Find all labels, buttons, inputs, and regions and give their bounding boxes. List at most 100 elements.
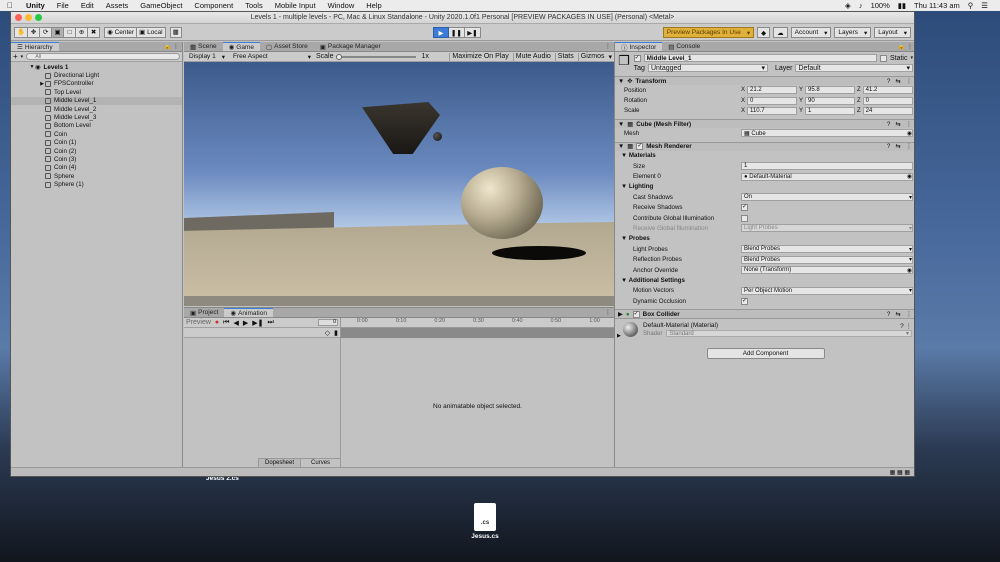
active-checkbox[interactable]: ✓ [633,54,641,62]
next-key-icon[interactable]: ▶❚ [252,319,263,327]
element-field[interactable]: ● Default-Material ◉ [741,172,913,181]
hierarchy-item[interactable]: ▶ FPSController [11,80,182,88]
rotate-tool-icon[interactable]: ⟳ [40,26,53,38]
tab-console[interactable]: ▤ Console [662,42,706,51]
tab-project[interactable]: ▣ Project [184,308,224,317]
clock[interactable]: Thu 11:43 am [910,1,964,10]
hierarchy-search-input[interactable]: All [26,53,180,60]
menu-help[interactable]: Help [360,1,387,10]
component-menu-icon[interactable]: ⋮ [906,143,912,150]
add-keyframe-icon[interactable]: ◇ [325,329,330,337]
materials-foldout[interactable]: ▼ Materials [615,151,914,161]
motion-vectors-dropdown[interactable]: Per Object Motion ▾ [741,286,913,295]
preview-button[interactable]: Preview [186,319,211,326]
event-track[interactable] [341,328,614,338]
add-component-button[interactable]: Add Component [706,348,825,360]
menu-mobile-input[interactable]: Mobile Input [269,1,322,10]
static-checkbox[interactable] [879,54,887,62]
hierarchy-item[interactable]: Coin (2) [11,147,182,155]
rotation-y-field[interactable]: 90 [805,96,855,105]
lighting-foldout[interactable]: ▼ Lighting [615,182,914,192]
gizmos-button[interactable]: Gizmos [577,52,607,61]
mesh-renderer-enabled-checkbox[interactable]: ✓ [636,143,644,151]
menu-gameobject[interactable]: GameObject [134,1,188,10]
battery-icon[interactable]: ▮▮ [894,1,910,10]
component-menu-icon[interactable]: ⋮ [906,78,912,85]
object-picker-icon[interactable]: ◉ [907,130,912,137]
hierarchy-item[interactable]: Directional Light [11,71,182,79]
pause-button[interactable]: ❚❚ [449,27,465,38]
rotation-z-field[interactable]: 0 [862,96,913,105]
prev-key-icon[interactable]: ◀ [233,319,238,327]
add-icon[interactable]: + [13,52,18,61]
panel-menu-icon[interactable]: ⋮ [605,309,611,316]
component-menu-icon[interactable]: ⋮ [906,121,912,128]
scale-x-field[interactable]: 110.7 [747,106,797,115]
help-icon[interactable]: ? [887,311,891,318]
move-tool-icon[interactable]: ✥ [28,26,41,38]
rotation-x-field[interactable]: 0 [747,96,797,105]
layers-dropdown[interactable]: Layers ▾ [834,27,872,38]
receive-shadows-checkbox[interactable]: ✓ [741,204,748,212]
help-icon[interactable]: ? [887,121,891,128]
material-section[interactable]: ▶ Default-Material (Material)? ⋮ Shader S… [615,318,914,340]
hierarchy-item[interactable]: Sphere (1) [11,180,182,188]
status-icons[interactable]: ▦ ▦ ▦ [890,469,910,476]
scale-tool-icon[interactable]: ▣ [52,26,65,38]
tab-game[interactable]: ◉ Game [222,42,260,51]
frame-field[interactable]: 0 [318,319,338,326]
help-icon[interactable]: ? [887,143,891,150]
preset-icon[interactable]: ⇆ [895,78,900,85]
cs-file-icon[interactable]: .cs [474,503,496,531]
add-event-icon[interactable]: ▮ [334,329,338,337]
desktop-file[interactable]: .cs Jesus.cs [470,503,500,540]
light-probes-dropdown[interactable]: Blend Probes ▾ [741,245,913,254]
hierarchy-item[interactable]: Coin [11,130,182,138]
foldout-arrow-icon[interactable]: ▶ [618,311,623,318]
layout-dropdown[interactable]: Layout ▾ [874,27,911,38]
preset-icon[interactable]: ⇆ [895,143,900,150]
reflection-probes-dropdown[interactable]: Blend Probes ▾ [741,255,913,264]
component-menu-icon[interactable]: ? ⋮ [900,322,912,330]
grid-snap-icon[interactable]: ▦ [169,26,182,38]
record-icon[interactable]: ● [215,319,219,326]
hierarchy-item[interactable]: Coin (1) [11,139,182,147]
display-dropdown[interactable]: Display 1 ▾ [186,53,228,61]
panel-menu-icon[interactable]: 🔒 ⋮ [164,43,179,50]
volume-icon[interactable]: ♪ [855,1,867,10]
hierarchy-item[interactable]: Coin (4) [11,164,182,172]
menu-component[interactable]: Component [188,1,239,10]
box-collider-enabled-checkbox[interactable]: ✓ [632,310,640,318]
cloud-button[interactable]: ☁ [773,27,788,38]
object-name-field[interactable]: Middle Level_1 [643,54,877,62]
scale-slider[interactable] [335,53,416,60]
hierarchy-item[interactable]: Bottom Level [11,122,182,130]
hierarchy-item[interactable]: Top Level [11,88,182,96]
mesh-filter-header[interactable]: ▼ ▦ Cube (Mesh Filter) ? ⇆ ⋮ [615,119,914,129]
contribute-gi-checkbox[interactable] [741,214,748,222]
game-viewport[interactable] [184,62,614,306]
maximize-on-play-button[interactable]: Maximize On Play [449,52,510,61]
menu-list-icon[interactable]: ☰ [977,1,992,10]
mute-audio-button[interactable]: Mute Audio [512,52,553,61]
scene-row[interactable]: ▼ ◉ Levels 1 [11,63,182,71]
hierarchy-item[interactable]: Middle Level_2 [11,105,182,113]
tab-asset-store[interactable]: ▢ Asset Store [260,42,314,51]
transform-header[interactable]: ▼ ✥ Transform ? ⇆ ⋮ [615,76,914,85]
foldout-arrow-icon[interactable]: ▼ [618,78,624,85]
transform-tool-icon[interactable]: ⊕ [76,26,89,38]
hierarchy-item[interactable]: Coin (3) [11,155,182,163]
additional-settings-foldout[interactable]: ▼ Additional Settings [615,275,914,285]
size-field[interactable]: 1 [741,162,913,171]
tab-package-manager[interactable]: ▣ Package Manager [314,42,387,51]
position-y-field[interactable]: 95.8 [805,86,855,95]
menu-tools[interactable]: Tools [239,1,269,10]
timeline-ruler[interactable]: 0:00 0:10 0:20 0:30 0:40 0:50 1:00 [341,318,614,328]
play-anim-icon[interactable]: ▶ [243,319,248,327]
box-collider-header[interactable]: ▶ ● ✓ Box Collider ? ⇆ ⋮ [615,309,914,319]
object-picker-icon[interactable]: ◉ [907,267,912,274]
layer-dropdown[interactable]: Default ▾ [795,64,913,72]
menu-assets[interactable]: Assets [100,1,135,10]
animation-timeline[interactable]: 0:00 0:10 0:20 0:30 0:40 0:50 1:00 No an… [341,318,614,469]
probes-foldout[interactable]: ▼ Probes [615,234,914,244]
